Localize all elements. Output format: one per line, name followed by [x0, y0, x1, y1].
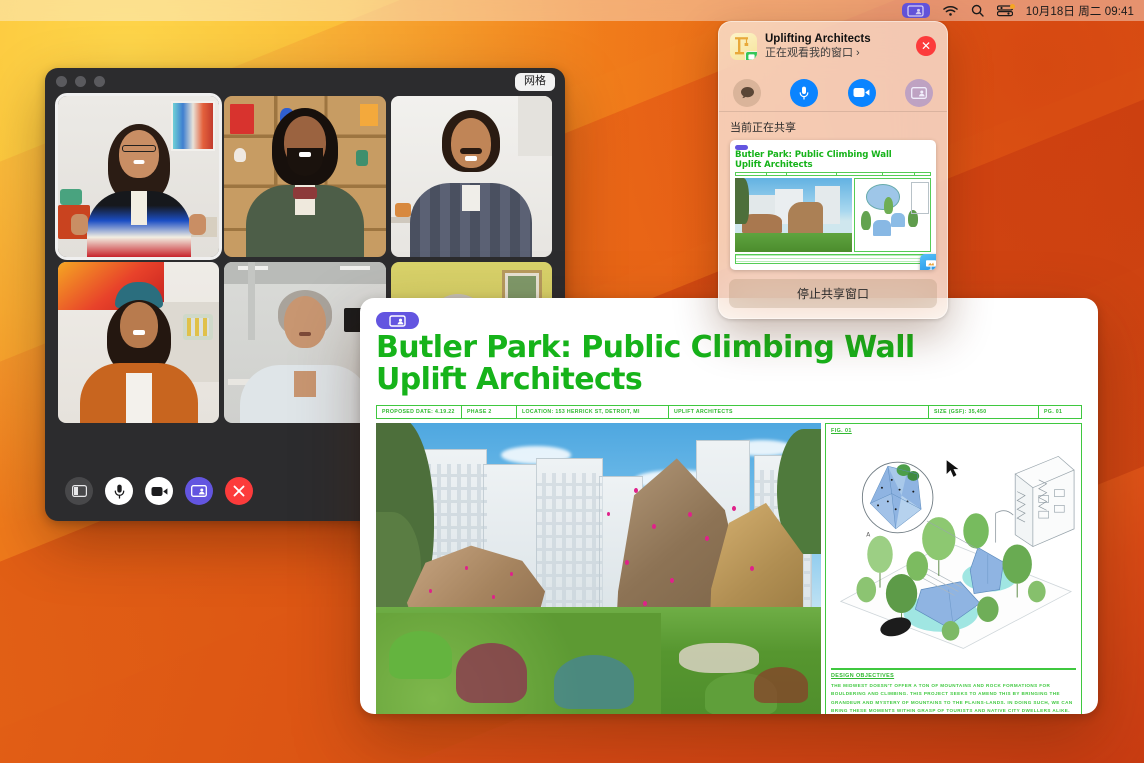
- meta-cell: PHASE 2: [462, 405, 517, 418]
- close-window-button[interactable]: [56, 76, 67, 87]
- menu-bar: 10月18日 周二 09:41: [0, 0, 1144, 21]
- page-subtitle: Uplift Architects: [376, 361, 643, 397]
- facetime-titlebar: 网格: [45, 68, 565, 95]
- stop-sharing-button[interactable]: 停止共享窗口: [729, 279, 937, 309]
- microphone-icon[interactable]: [105, 477, 133, 505]
- meta-cell: UPLIFT ARCHITECTS: [669, 405, 929, 418]
- video-camera-icon[interactable]: [145, 477, 173, 505]
- document-meta-row: PROPOSED DATE: 4.19.22 PHASE 2 LOCATION:…: [376, 404, 1082, 419]
- wifi-icon[interactable]: [942, 5, 958, 17]
- popup-subtitle[interactable]: 正在观看我的窗口 ›: [765, 46, 871, 60]
- architectural-rendering: [376, 422, 821, 714]
- meta-cell: PG. 01: [1044, 408, 1063, 415]
- minimize-window-button[interactable]: [75, 76, 86, 87]
- screen-share-icon[interactable]: [901, 3, 930, 18]
- thumbnail-title-line2: Uplift Architects: [735, 159, 813, 170]
- objectives-text: THE MIDWEST DOESN'T OFFER A TON OF MOUNT…: [831, 682, 1073, 714]
- document-body: FIG. 01 A DESIGN OBJECTIVES THE MIDWEST …: [376, 422, 1082, 714]
- page-title: Butler Park: Public Climbing Wall: [376, 330, 915, 365]
- chat-bubble-icon[interactable]: [733, 78, 761, 107]
- shared-document-window[interactable]: Butler Park: Public Climbing Wall Uplift…: [360, 298, 1098, 714]
- microphone-icon[interactable]: [790, 78, 819, 107]
- participant-tile[interactable]: [390, 96, 552, 257]
- sharing-section-label: 当前正在共享: [730, 121, 796, 134]
- participant-tile[interactable]: [224, 96, 386, 257]
- popup-title: Uplifting Architects: [765, 33, 871, 45]
- popup-header: Uplifting Architects 正在观看我的窗口 › ✕: [719, 22, 947, 70]
- popup-action-buttons: [719, 70, 947, 111]
- window-traffic-lights[interactable]: [56, 76, 105, 87]
- maximize-window-button[interactable]: [94, 76, 105, 87]
- shared-window-thumbnail[interactable]: Butler Park: Public Climbing Wall Uplift…: [719, 139, 947, 280]
- avatar: [730, 32, 757, 60]
- end-call-icon[interactable]: [225, 477, 253, 505]
- sidebar-icon[interactable]: [65, 477, 93, 505]
- menu-bar-clock[interactable]: 10月18日 周二 09:41: [1026, 3, 1134, 19]
- participant-tile[interactable]: [58, 262, 220, 423]
- meta-cell: SIZE (GSF): 35,450: [929, 405, 1039, 418]
- screen-share-popup[interactable]: Uplifting Architects 正在观看我的窗口 › ✕ 当前正在共享…: [718, 21, 948, 320]
- site-diagram-pane: FIG. 01 A DESIGN OBJECTIVES THE MIDWEST …: [825, 422, 1082, 714]
- screen-share-icon[interactable]: [904, 78, 933, 107]
- screen-share-icon[interactable]: [185, 477, 213, 505]
- status-dot: [1009, 3, 1015, 9]
- meta-cell: PROPOSED DATE: 4.19.22: [377, 405, 462, 418]
- screen-share-icon: [735, 144, 748, 150]
- participant-tile[interactable]: [54, 93, 223, 260]
- svg-text:A: A: [866, 532, 870, 538]
- video-camera-icon[interactable]: [847, 78, 876, 107]
- keynote-icon: [920, 254, 936, 271]
- isometric-diagram: A: [831, 434, 1076, 666]
- objectives-title: DESIGN OBJECTIVES: [831, 672, 895, 679]
- meta-cell: LOCATION: 153 HERRICK ST, DETROIT, MI: [517, 405, 669, 418]
- close-icon[interactable]: ✕: [916, 36, 936, 57]
- divider: [831, 668, 1076, 670]
- grid-layout-button[interactable]: 网格: [515, 73, 555, 91]
- search-icon[interactable]: [971, 4, 984, 17]
- screen-share-icon: [376, 312, 419, 329]
- control-center-icon[interactable]: [996, 3, 1015, 17]
- video-badge-icon: [745, 50, 757, 60]
